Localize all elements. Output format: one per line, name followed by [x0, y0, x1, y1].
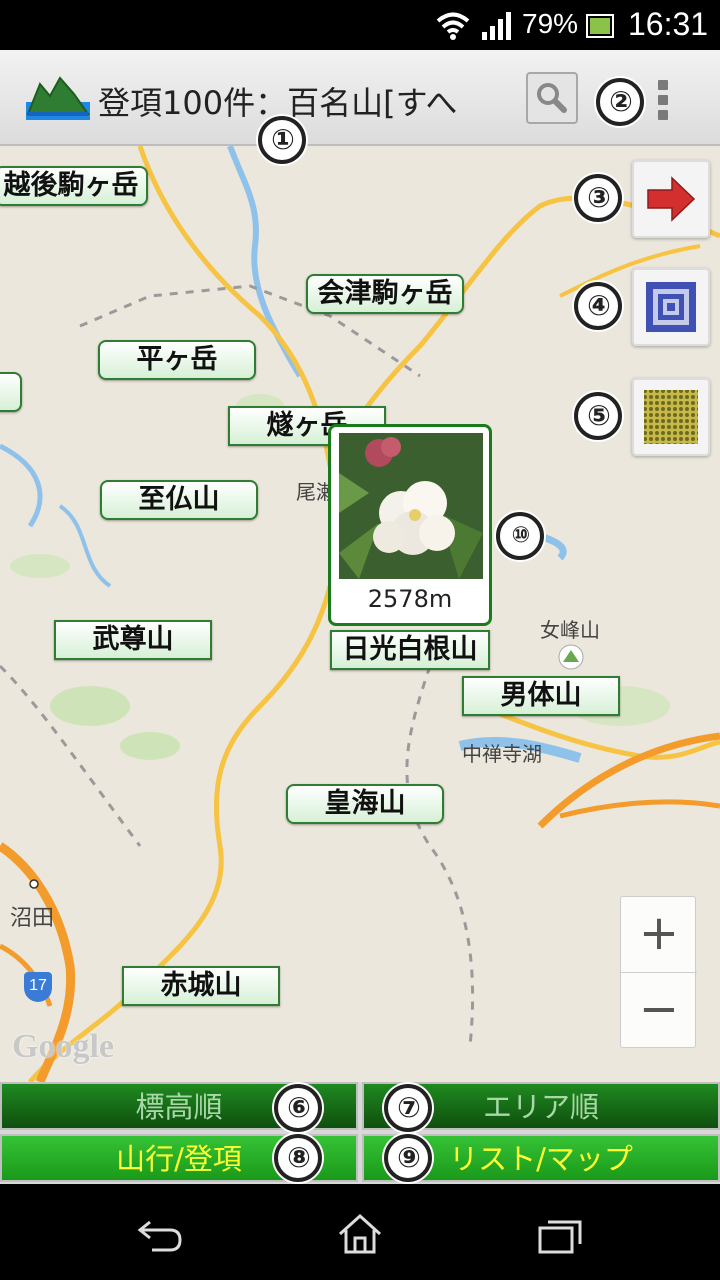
home-icon[interactable] [336, 1212, 384, 1256]
peak-label-aizu-komagatake[interactable]: 会津駒ヶ岳 [306, 274, 464, 314]
zoom-out-button[interactable]: − [621, 973, 697, 1049]
system-nav-bar [0, 1184, 720, 1280]
badge-3: ③ [574, 174, 622, 222]
layer-frame-button[interactable] [632, 268, 710, 346]
peak-label-nikko-shiranesan[interactable]: 日光白根山 [330, 630, 490, 670]
peak-elevation: 2578m [367, 585, 453, 613]
peak-photo [339, 433, 483, 579]
signal-icon [482, 12, 511, 40]
zoom-in-button[interactable]: + [621, 897, 697, 973]
route-17-shield: 17 [24, 972, 52, 1002]
concentric-square-icon [646, 282, 696, 332]
list-map-label: リスト/マップ [449, 1142, 633, 1176]
badge-2: ② [596, 78, 644, 126]
badge-8: ⑧ [274, 1134, 322, 1182]
zoom-controls: + − [620, 896, 697, 1049]
peak-label-offscreen-left[interactable] [0, 372, 22, 412]
arrow-right-icon [647, 176, 696, 222]
grid-icon [644, 390, 698, 444]
search-icon [537, 83, 567, 113]
status-bar: 79% 16:31 [0, 0, 720, 50]
google-attribution: Google [12, 1028, 114, 1065]
mountain-logo-icon[interactable] [26, 74, 90, 120]
peak-label-akagisan[interactable]: 赤城山 [122, 966, 280, 1006]
sort-area-label: エリア順 [482, 1090, 599, 1124]
overflow-menu-icon[interactable] [650, 78, 678, 122]
search-button[interactable] [526, 72, 578, 124]
badge-6: ⑥ [274, 1084, 322, 1132]
badge-9: ⑨ [384, 1134, 432, 1182]
battery-icon [586, 14, 614, 38]
clock: 16:31 [628, 6, 709, 42]
badge-7: ⑦ [384, 1084, 432, 1132]
place-label-chuzenjiko: 中禅寺湖 [462, 742, 542, 766]
town-dot-icon [29, 879, 39, 889]
battery-percent: 79% [522, 8, 579, 39]
sort-elevation-label: 標高順 [135, 1090, 223, 1124]
grid-overlay-button[interactable] [632, 378, 710, 456]
back-icon[interactable] [136, 1212, 184, 1256]
badge-5: ⑤ [574, 392, 622, 440]
next-arrow-button[interactable] [632, 160, 710, 238]
summit-marker-icon [558, 644, 584, 670]
badge-10: ⑩ [496, 512, 544, 560]
peak-label-echigo-komagatake[interactable]: 越後駒ヶ岳 [0, 166, 148, 206]
place-label-numata: 沼田 [10, 906, 55, 931]
peak-label-sukaisan[interactable]: 皇海山 [286, 784, 444, 824]
peak-photo-popup[interactable]: 2578m [328, 424, 492, 626]
badge-1: ① [258, 116, 306, 164]
climb-summit-label: 山行/登項 [116, 1142, 242, 1176]
peak-label-shibutsusan[interactable]: 至仏山 [100, 480, 258, 520]
peak-label-nantaisan[interactable]: 男体山 [462, 676, 620, 716]
bottom-button-bar: 標高順 エリア順 山行/登項 リスト/マップ [0, 1082, 720, 1184]
peak-label-hotakayama[interactable]: 武尊山 [54, 620, 212, 660]
badge-4: ④ [574, 282, 622, 330]
wifi-icon [436, 12, 470, 40]
recents-icon[interactable] [536, 1212, 584, 1256]
place-label-nyohozan: 女峰山 [540, 618, 600, 642]
peak-label-hiragatake[interactable]: 平ヶ岳 [98, 340, 256, 380]
